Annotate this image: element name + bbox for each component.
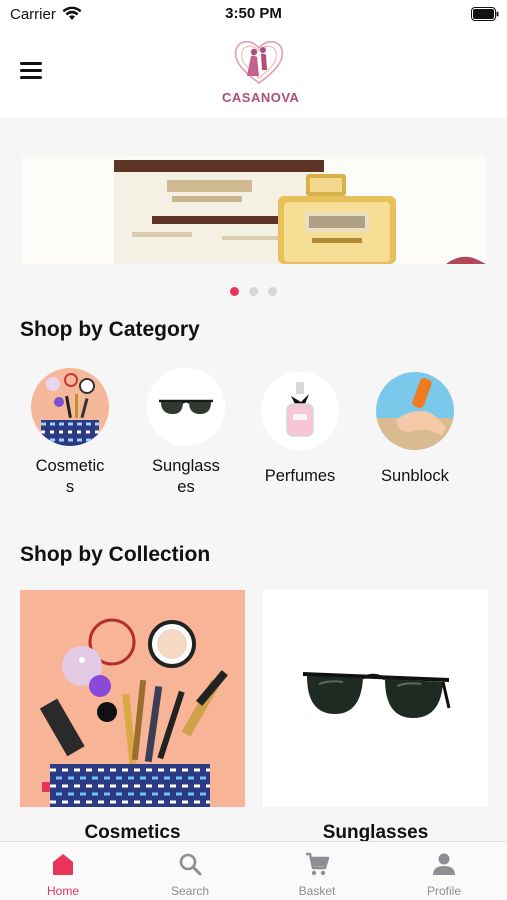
- clock: 3:50 PM: [225, 5, 282, 22]
- sunglasses-collection-image: [263, 590, 488, 807]
- category-label: Perfumes: [264, 467, 336, 485]
- tab-label: Search: [170, 884, 210, 898]
- cart-icon: [306, 852, 330, 876]
- tab-profile[interactable]: Profile: [381, 842, 507, 900]
- collection-section-title: Shop by Collection: [20, 543, 211, 566]
- carousel-dot[interactable]: [230, 287, 239, 296]
- person-icon: [433, 853, 455, 875]
- tab-basket[interactable]: Basket: [254, 842, 380, 900]
- tab-label: Home: [46, 884, 79, 898]
- category-perfumes[interactable]: Perfumes: [250, 372, 350, 487]
- category-sunglasses[interactable]: Sunglass es: [136, 368, 236, 498]
- cosmetics-category-image: [31, 368, 109, 446]
- category-label: Sunglass es: [152, 457, 220, 496]
- bottom-tab-bar: Home Search Basket Profile: [0, 841, 507, 900]
- collection-card-sunglasses[interactable]: Sunglasses: [263, 590, 488, 843]
- couple-heart-logo-icon: [234, 41, 284, 84]
- sunglasses-category-image: [147, 368, 225, 446]
- tab-home[interactable]: Home: [0, 842, 126, 900]
- status-bar: Carrier 3:50 PM: [0, 0, 507, 28]
- hamburger-menu-button[interactable]: [20, 58, 50, 84]
- banner-carousel[interactable]: [22, 156, 486, 264]
- logo-text: CASANOVA: [222, 90, 300, 105]
- tab-label: Basket: [298, 884, 336, 898]
- search-icon: [179, 853, 202, 876]
- category-label: Cosmetic s: [35, 457, 105, 496]
- category-label: Sunblock: [381, 467, 449, 485]
- hamburger-icon: [20, 62, 42, 65]
- perfume-banner-image: [22, 156, 486, 264]
- cosmetics-collection-image: [20, 590, 245, 807]
- category-cosmetics[interactable]: Cosmetic s: [20, 368, 120, 498]
- logo[interactable]: CASANOVA: [222, 36, 300, 114]
- category-section-title: Shop by Category: [20, 318, 200, 341]
- category-sunblock[interactable]: Sunblock: [365, 372, 465, 487]
- app-header: CASANOVA: [0, 28, 507, 118]
- carousel-pagination: [0, 283, 507, 301]
- battery-icon: [471, 7, 499, 21]
- tab-search[interactable]: Search: [127, 842, 253, 900]
- home-icon: [53, 854, 73, 875]
- collection-card-cosmetics[interactable]: Cosmetics: [20, 590, 245, 843]
- sunblock-category-image: [376, 372, 454, 450]
- tab-label: Profile: [426, 884, 461, 898]
- carousel-dot[interactable]: [268, 287, 277, 296]
- perfume-category-image: [261, 372, 339, 450]
- carousel-dot[interactable]: [249, 287, 258, 296]
